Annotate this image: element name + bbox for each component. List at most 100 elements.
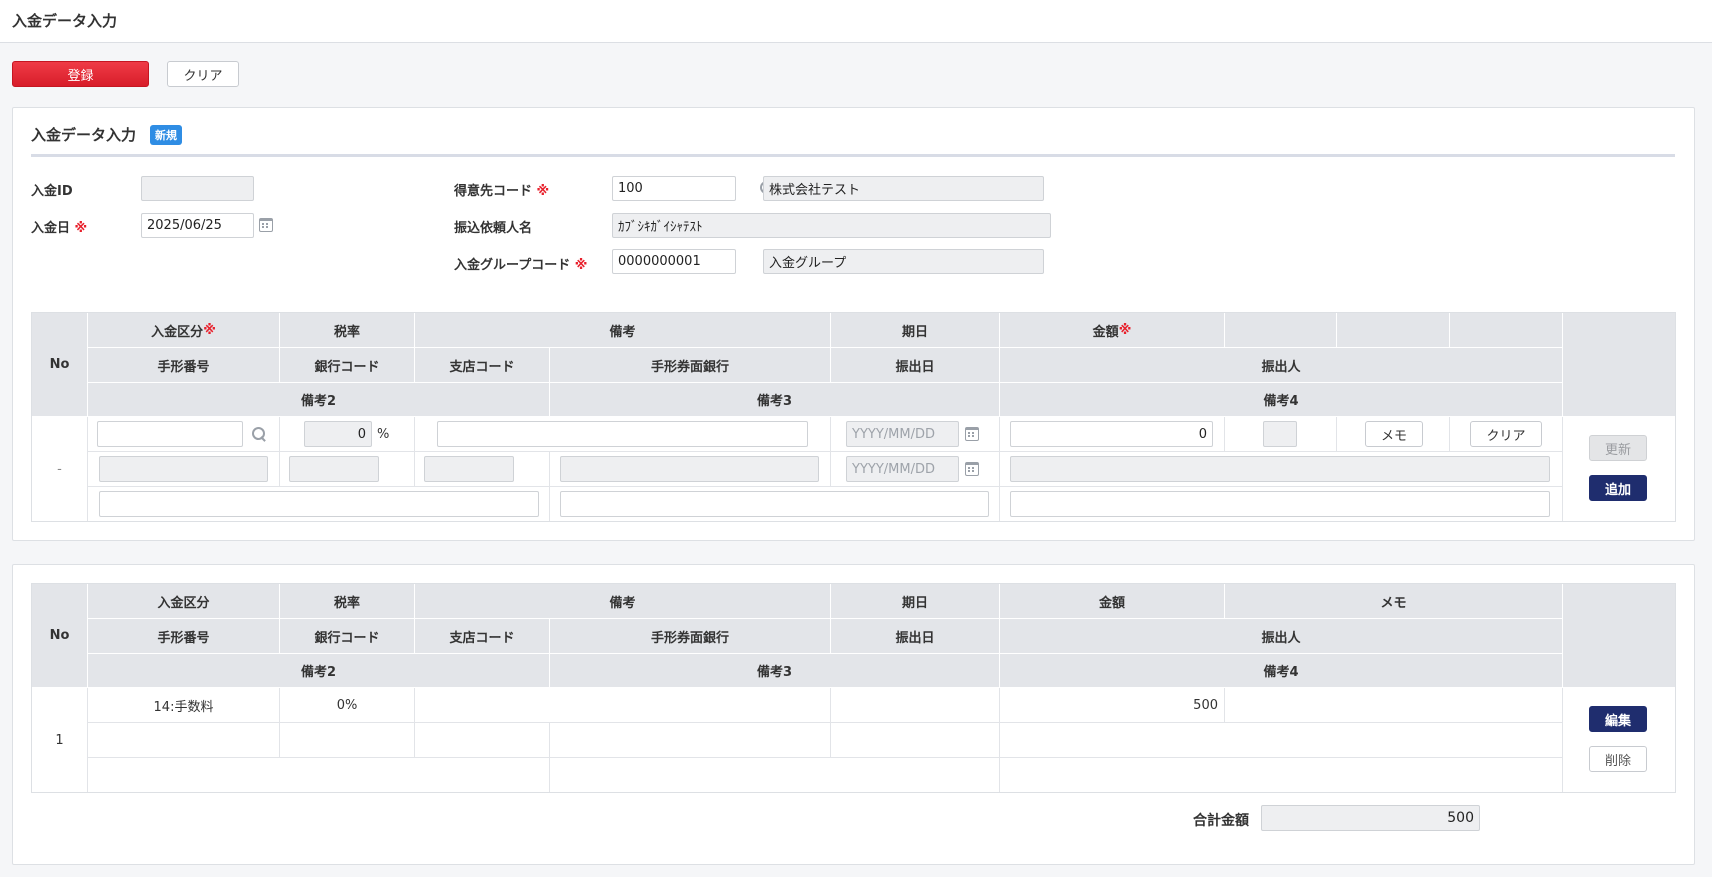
tegata-bank-input[interactable] bbox=[560, 456, 819, 482]
calendar-icon[interactable] bbox=[259, 218, 273, 232]
kubun-input[interactable] bbox=[97, 421, 243, 447]
section-header: 入金データ入力 新規 bbox=[31, 124, 183, 145]
bank-code-input[interactable] bbox=[289, 456, 379, 482]
kijitsu-input[interactable]: YYYY/MM/DD bbox=[846, 421, 959, 447]
edit-button[interactable]: 編集 bbox=[1589, 706, 1647, 732]
col-tax-header: 税率 bbox=[280, 584, 415, 619]
delete-button[interactable]: 削除 bbox=[1589, 746, 1647, 772]
page-title: 入金データ入力 bbox=[12, 12, 118, 30]
col-biko2-header: 備考2 bbox=[88, 383, 550, 417]
col-kijitsu-header: 期日 bbox=[831, 584, 1000, 619]
row-clear-button[interactable]: クリア bbox=[1470, 421, 1542, 447]
register-button[interactable]: 登録 bbox=[12, 61, 149, 87]
flag-box bbox=[1263, 421, 1297, 447]
list-kijitsu bbox=[831, 688, 1000, 723]
col-tax-header: 税率 bbox=[280, 313, 415, 348]
status-badge: 新規 bbox=[150, 124, 183, 145]
biko3-input[interactable] bbox=[560, 491, 989, 517]
calendar-icon[interactable] bbox=[965, 427, 979, 441]
kubun-cell bbox=[88, 417, 280, 452]
col-bank-code-header: 銀行コード bbox=[280, 619, 415, 654]
col-kingaku-header: 金額 bbox=[1000, 584, 1225, 619]
col-biko-header: 備考 bbox=[415, 584, 831, 619]
payer-name-label: 振込依頼人名 bbox=[454, 221, 533, 236]
nyukin-id-label: 入金ID bbox=[31, 184, 73, 199]
nyukin-date-label: 入金日 ※ bbox=[31, 221, 88, 236]
customer-code-label: 得意先コード ※ bbox=[454, 184, 550, 199]
amount-cell: 0 bbox=[1000, 417, 1225, 452]
row-no-cell: - bbox=[32, 417, 88, 521]
list-tax: 0% bbox=[280, 688, 415, 723]
calendar-icon[interactable] bbox=[965, 462, 979, 476]
list-biko bbox=[415, 688, 831, 723]
col-tegata-no-header: 手形番号 bbox=[88, 619, 280, 654]
list-amount: 500 bbox=[1000, 688, 1225, 723]
branch-code-input[interactable] bbox=[424, 456, 514, 482]
payer-name-field: ｶﾌﾞｼｷｶﾞｲｼｬﾃｽﾄ bbox=[612, 213, 1051, 238]
col-biko4-header: 備考4 bbox=[1000, 383, 1563, 417]
update-button[interactable]: 更新 bbox=[1589, 435, 1647, 461]
customer-code-field[interactable]: 100 bbox=[612, 176, 736, 201]
furidashi-date-cell: YYYY/MM/DD bbox=[831, 452, 1000, 487]
col-action-header bbox=[1563, 584, 1675, 688]
customer-name-field: 株式会社テスト bbox=[763, 176, 1044, 201]
list-tegata-no bbox=[88, 723, 280, 758]
col-biko3-header: 備考3 bbox=[550, 383, 1000, 417]
list-memo bbox=[1225, 688, 1563, 723]
col-bank-code-header: 銀行コード bbox=[280, 348, 415, 383]
furidashi-date-input[interactable]: YYYY/MM/DD bbox=[846, 456, 959, 482]
col-kubun-header: 入金区分 bbox=[88, 584, 280, 619]
group-code-field[interactable]: 0000000001 bbox=[612, 249, 736, 274]
list-furidashi-date bbox=[831, 723, 1000, 758]
search-icon[interactable] bbox=[252, 427, 266, 441]
tax-input[interactable]: 0 bbox=[304, 421, 372, 447]
entry-table: No 入金区分 ※ 税率 備考 期日 金額 ※ 手形番号 銀行コード 支店コード 手… bbox=[31, 312, 1676, 522]
percent-label: % bbox=[377, 427, 390, 442]
list-bank-code bbox=[280, 723, 415, 758]
col-biko2-header: 備考2 bbox=[88, 654, 550, 688]
list-table: No 入金区分 税率 備考 期日 金額 メモ 手形番号 銀行コード 支店コード … bbox=[31, 583, 1676, 793]
list-furidashi-nin bbox=[1000, 723, 1563, 758]
col-kubun-header: 入金区分 ※ bbox=[88, 313, 280, 348]
list-biko4 bbox=[1000, 758, 1563, 792]
col-tegata-bank-header: 手形券面銀行 bbox=[550, 348, 831, 383]
col-memo-header: メモ bbox=[1225, 584, 1563, 619]
memo-button[interactable]: メモ bbox=[1365, 421, 1423, 447]
list-tegata-bank bbox=[550, 723, 831, 758]
biko2-cell bbox=[88, 487, 550, 521]
flag-cell bbox=[1225, 417, 1337, 452]
amount-input[interactable]: 0 bbox=[1010, 421, 1213, 447]
col-no-header: No bbox=[32, 584, 88, 688]
col-tegata-bank-header: 手形券面銀行 bbox=[550, 619, 831, 654]
col-empty-header bbox=[1450, 313, 1563, 348]
kijitsu-cell: YYYY/MM/DD bbox=[831, 417, 1000, 452]
list-biko2 bbox=[88, 758, 550, 792]
tegata-no-cell bbox=[88, 452, 280, 487]
nyukin-id-field bbox=[141, 176, 254, 201]
col-action-header bbox=[1563, 313, 1675, 417]
biko2-input[interactable] bbox=[99, 491, 539, 517]
tax-cell: 0 % bbox=[280, 417, 415, 452]
list-row-no: 1 bbox=[32, 688, 88, 792]
list-action-cell: 編集 削除 bbox=[1563, 688, 1675, 792]
col-furidashi-date-header: 振出日 bbox=[831, 619, 1000, 654]
total-label: 合計金額 bbox=[1193, 813, 1249, 829]
action-cell: 更新 追加 bbox=[1563, 417, 1675, 521]
group-code-label: 入金グループコード ※ bbox=[454, 258, 588, 273]
nyukin-date-field[interactable]: 2025/06/25 bbox=[141, 213, 254, 238]
add-button[interactable]: 追加 bbox=[1589, 475, 1647, 501]
biko4-cell bbox=[1000, 487, 1563, 521]
biko-input[interactable] bbox=[437, 421, 808, 447]
clear-button[interactable]: クリア bbox=[167, 61, 239, 87]
biko-cell bbox=[415, 417, 831, 452]
list-biko3 bbox=[550, 758, 1000, 792]
memo-cell: メモ bbox=[1337, 417, 1450, 452]
tegata-no-input[interactable] bbox=[99, 456, 268, 482]
biko4-input[interactable] bbox=[1010, 491, 1550, 517]
row-clear-cell: クリア bbox=[1450, 417, 1563, 452]
tegata-bank-cell bbox=[550, 452, 831, 487]
col-kijitsu-header: 期日 bbox=[831, 313, 1000, 348]
bank-code-cell bbox=[280, 452, 415, 487]
list-kubun: 14:手数料 bbox=[88, 688, 280, 723]
furidashi-nin-input[interactable] bbox=[1010, 456, 1550, 482]
